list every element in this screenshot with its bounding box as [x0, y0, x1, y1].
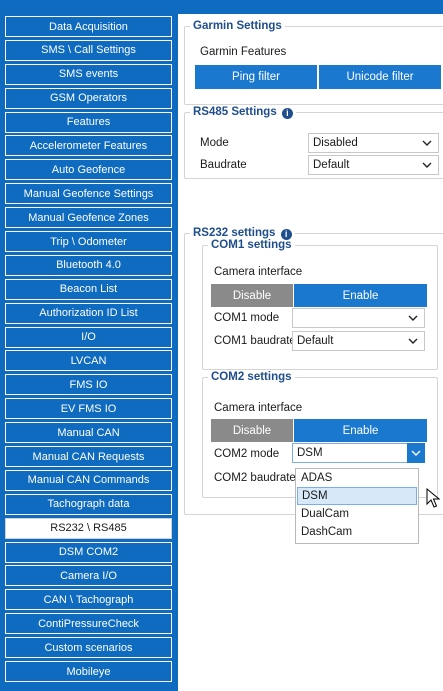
chevron-down-icon — [420, 135, 434, 151]
rs485-baudrate-label: Baudrate — [200, 159, 247, 171]
garmin-settings-group: Garmin Settings — [184, 20, 443, 105]
dropdown-option-dsm[interactable]: DSM — [297, 487, 417, 505]
sidebar-item-gsm-operators[interactable]: GSM Operators — [5, 87, 172, 109]
sidebar-item-authorization-id-list[interactable]: Authorization ID List — [5, 302, 172, 324]
com1-enable-button[interactable]: Enable — [294, 284, 427, 307]
com1-mode-select[interactable] — [292, 308, 425, 328]
sidebar-item-trip-odometer[interactable]: Trip \ Odometer — [5, 231, 172, 253]
sidebar-item-manual-can-requests[interactable]: Manual CAN Requests — [5, 446, 172, 468]
com1-baudrate-value: Default — [297, 335, 334, 347]
com2-camera-interface-label: Camera interface — [214, 402, 303, 414]
sidebar-item-sms-events[interactable]: SMS events — [5, 63, 172, 85]
com2-mode-select[interactable]: DSM — [292, 443, 425, 463]
sidebar-item-io[interactable]: I/O — [5, 326, 172, 348]
sidebar-item-lvcan[interactable]: LVCAN — [5, 350, 172, 372]
sidebar-item-manual-geofence-zones[interactable]: Manual Geofence Zones — [5, 207, 172, 229]
com1-baudrate-label: COM1 baudrate — [214, 335, 296, 347]
sidebar-item-rs232-rs485[interactable]: RS232 \ RS485 — [5, 517, 172, 539]
rs485-mode-label: Mode — [200, 137, 229, 149]
unicode-filter-button[interactable]: Unicode filter — [319, 65, 441, 89]
sidebar-item-contipressurecheck[interactable]: ContiPressureCheck — [5, 613, 172, 635]
sidebar-item-manual-can-commands[interactable]: Manual CAN Commands — [5, 469, 172, 491]
garmin-settings-title: Garmin Settings — [193, 20, 282, 32]
com1-mode-label: COM1 mode — [214, 312, 280, 324]
garmin-features-label: Garmin Features — [200, 46, 287, 58]
chevron-down-icon — [420, 157, 434, 173]
sidebar-item-manual-geofence-settings[interactable]: Manual Geofence Settings — [5, 183, 172, 205]
sidebar-item-can-tachograph[interactable]: CAN \ Tachograph — [5, 589, 172, 611]
sidebar-item-ev-fms-io[interactable]: EV FMS IO — [5, 398, 172, 420]
sidebar-item-manual-can[interactable]: Manual CAN — [5, 422, 172, 444]
rs485-baudrate-value: Default — [313, 159, 350, 171]
dropdown-option-adas[interactable]: ADAS — [297, 469, 417, 487]
com2-mode-dropdown: ADAS DSM DualCam DashCam — [295, 468, 419, 544]
com1-settings-title: COM1 settings — [211, 239, 292, 251]
sidebar: Data Acquisition SMS \ Call Settings SMS… — [0, 14, 178, 691]
sidebar-item-beacon-list[interactable]: Beacon List — [5, 278, 172, 300]
sidebar-item-bluetooth[interactable]: Bluetooth 4.0 — [5, 254, 172, 276]
dropdown-option-dashcam[interactable]: DashCam — [297, 523, 417, 541]
sidebar-nav: Data Acquisition SMS \ Call Settings SMS… — [5, 16, 172, 685]
info-icon[interactable]: i — [281, 108, 293, 119]
chevron-down-icon[interactable] — [407, 443, 425, 463]
com1-disable-button[interactable]: Disable — [211, 284, 293, 307]
com2-settings-title: COM2 settings — [211, 371, 292, 383]
com1-baudrate-select[interactable]: Default — [292, 331, 425, 351]
sidebar-item-dsm-com2[interactable]: DSM COM2 — [5, 541, 172, 563]
rs485-settings-title: RS485 Settings i — [190, 106, 296, 119]
mouse-cursor-icon — [426, 488, 440, 508]
com2-mode-label: COM2 mode — [214, 448, 280, 460]
sidebar-item-auto-geofence[interactable]: Auto Geofence — [5, 159, 172, 181]
sidebar-item-sms-call-settings[interactable]: SMS \ Call Settings — [5, 39, 172, 61]
sidebar-item-custom-scenarios[interactable]: Custom scenarios — [5, 637, 172, 659]
chevron-down-icon — [406, 310, 420, 326]
com2-disable-button[interactable]: Disable — [211, 419, 293, 442]
sidebar-item-camera-io[interactable]: Camera I/O — [5, 565, 172, 587]
ping-filter-button[interactable]: Ping filter — [195, 65, 317, 89]
sidebar-item-accelerometer-features[interactable]: Accelerometer Features — [5, 135, 172, 157]
rs485-mode-value: Disabled — [313, 137, 358, 149]
rs232-title-text: RS232 settings — [193, 227, 276, 239]
com2-mode-value: DSM — [297, 447, 323, 459]
rs485-baudrate-select[interactable]: Default — [308, 155, 439, 175]
main-content: Garmin Settings Garmin Features Ping fil… — [178, 14, 443, 691]
sidebar-item-fms-io[interactable]: FMS IO — [5, 374, 172, 396]
rs485-mode-select[interactable]: Disabled — [308, 133, 439, 153]
sidebar-item-data-acquisition[interactable]: Data Acquisition — [5, 16, 172, 37]
sidebar-item-mobileye[interactable]: Mobileye — [5, 661, 172, 683]
dropdown-option-dualcam[interactable]: DualCam — [297, 505, 417, 523]
chevron-down-icon — [406, 333, 420, 349]
com1-camera-interface-label: Camera interface — [214, 266, 303, 278]
rs485-title-text: RS485 Settings — [193, 106, 277, 118]
com2-baudrate-label: COM2 baudrate — [214, 472, 296, 484]
sidebar-item-features[interactable]: Features — [5, 111, 172, 133]
top-bar — [0, 0, 443, 14]
sidebar-item-tachograph-data[interactable]: Tachograph data — [5, 493, 172, 515]
com2-enable-button[interactable]: Enable — [294, 419, 427, 442]
